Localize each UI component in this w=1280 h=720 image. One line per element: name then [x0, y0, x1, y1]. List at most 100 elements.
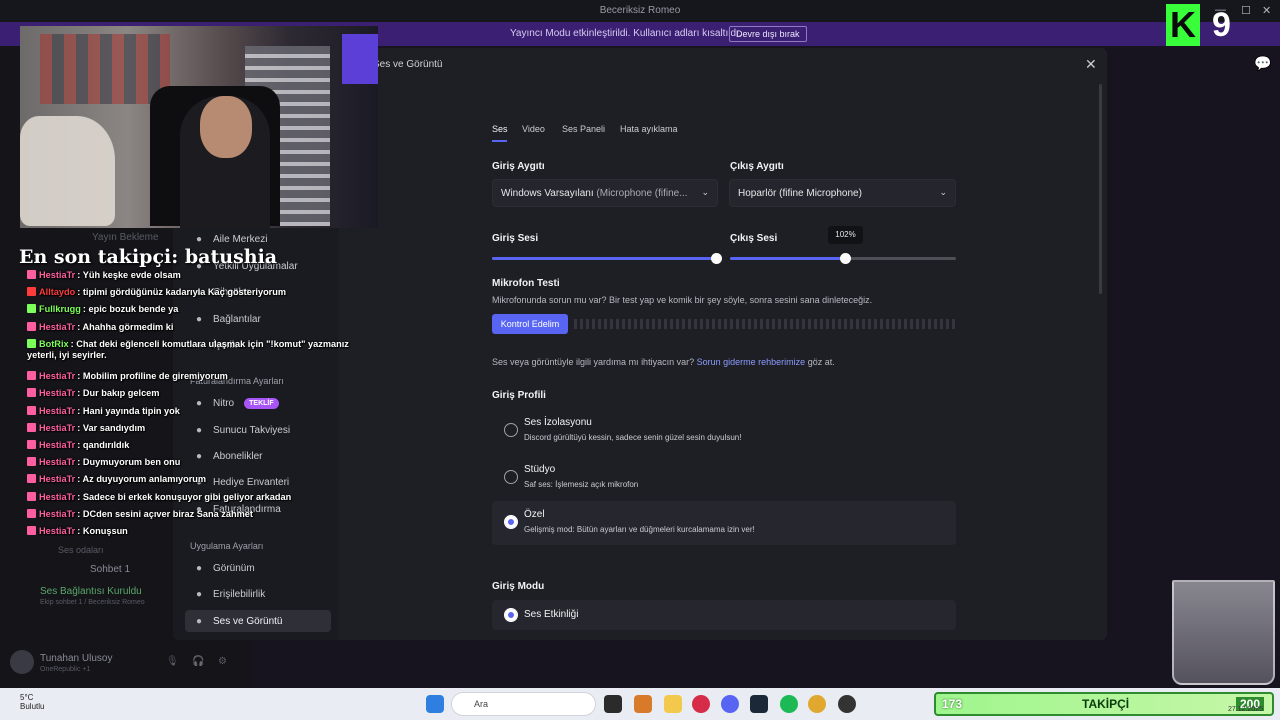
windows-start-icon[interactable] [426, 695, 444, 713]
chat-badge-icon [27, 440, 36, 449]
profile-option-title: Stüdyo [524, 464, 556, 475]
input-mode-voice-activity[interactable]: Ses Etkinliği [492, 600, 956, 630]
discord-icon[interactable] [721, 695, 739, 713]
chat-username: HestiaTr [39, 526, 76, 536]
streamer-mode-message: Yayıncı Modu etkinleştirildi. Kullanıcı … [510, 28, 742, 39]
sidebar-item-hediye-envanteri[interactable]: ● Hediye Envanteri [185, 471, 331, 493]
sidebar-item-nitro[interactable]: ● Nitro TEKLİF [185, 392, 331, 414]
bg-rooms-category: Ses odaları [58, 545, 104, 555]
scrollbar[interactable] [1099, 84, 1102, 294]
steam-icon[interactable] [750, 695, 768, 713]
profile-option-desc: Gelişmiş mod: Bütün ayarları ve düğmeler… [524, 525, 755, 534]
chat-message: Alltaydo: tipimi gördüğünüz kadarıyla Ka… [27, 287, 286, 297]
chat-badge-icon [27, 457, 36, 467]
mic-toggle-icon[interactable]: 🎙 [166, 656, 179, 667]
sidebar-item-abonelikler[interactable]: ● Abonelikler [185, 445, 331, 467]
tab-soundboard[interactable]: Ses Paneli [562, 124, 605, 134]
tab-debug[interactable]: Hata ayıklama [620, 124, 678, 134]
radio-button-selected[interactable] [504, 515, 518, 529]
sidebar-item-g-r-n-m[interactable]: ● Görünüm [185, 557, 331, 579]
output-device-select[interactable]: Hoparlör (fifine Microphone) ⌄ [729, 179, 956, 207]
chat-username: HestiaTr [39, 457, 76, 468]
radio-button[interactable] [504, 423, 518, 437]
output-volume-fill [730, 257, 846, 260]
input-device-select[interactable]: Windows Varsayılanı (Microphone (fifine.… [492, 179, 718, 207]
weather-widget[interactable]: 5°C Bulutlu [20, 693, 44, 711]
file-explorer-icon[interactable] [664, 695, 682, 713]
chat-username: HestiaTr [39, 440, 76, 450]
chat-username: HestiaTr [39, 508, 76, 519]
app-settings-header: Uygulama Ayarları [190, 541, 264, 551]
sidebar-item-label: Nitro [213, 397, 235, 409]
close-window-icon[interactable]: ✕ [1262, 4, 1271, 17]
mic-test-button[interactable]: Kontrol Edelim [492, 314, 568, 334]
tab-video[interactable]: Video [522, 124, 545, 134]
taskbar-search[interactable]: Ara [451, 692, 596, 716]
chat-message: HestiaTr: Duymuyorum ben onu [27, 457, 180, 467]
mic-test-description: Mikrofonunda sorun mu var? Bir test yap … [492, 295, 873, 305]
obs-icon[interactable] [838, 695, 856, 713]
weather-desc: Bulutlu [20, 702, 45, 711]
chat-username: HestiaTr [39, 491, 76, 502]
avatar[interactable] [10, 650, 34, 674]
troubleshooting-link[interactable]: Sorun giderme rehberimize [697, 357, 806, 367]
input-volume-handle[interactable] [710, 253, 722, 264]
chat-badge-icon [27, 405, 36, 415]
input-mode-option: Ses Etkinliği [524, 609, 579, 620]
chat-badge-icon [27, 338, 36, 348]
task-view-icon[interactable] [604, 695, 622, 713]
chat-text: : Az duyuyorum anlamıyorum [77, 474, 207, 485]
profile-option-studio[interactable]: Stüdyo Saf ses: İşlemesiz açık mikrofon [492, 456, 956, 500]
chat-text: : Ahahha görmedim ki [77, 321, 174, 332]
chat-badge-icon [27, 526, 36, 535]
profile-option-desc: Saf ses: İşlemesiz açık mikrofon [524, 480, 639, 489]
chrome-icon[interactable] [808, 695, 826, 713]
nitro-icon: ● [195, 397, 203, 409]
headset-icon[interactable]: 🎧 [192, 656, 204, 667]
input-volume-slider[interactable] [492, 257, 716, 260]
offer-badge: TEKLİF [244, 397, 279, 409]
chat-text: : Yüh keşke evde olsam [77, 270, 181, 280]
radio-button[interactable] [504, 470, 518, 484]
chat-username: HestiaTr [39, 270, 76, 280]
chat-badge-icon [27, 422, 36, 432]
sidebar-item-ses-ve-g-r-nt-[interactable]: ● Ses ve Görüntü [185, 610, 331, 632]
gear-icon[interactable]: ⚙ [218, 656, 227, 667]
profile-option-voice-isolation[interactable]: Ses İzolasyonu Discord gürültüyü kessin,… [492, 409, 956, 453]
close-icon[interactable]: ✕ [1085, 56, 1097, 73]
mic-test-label: Mikrofon Testi [492, 278, 560, 289]
spotify-icon[interactable] [780, 695, 798, 713]
radio-button-selected[interactable] [504, 608, 518, 622]
sidebar-item-ba-lant-lar[interactable]: ● Bağlantılar [185, 308, 331, 330]
clock-date: 27.12.2025 [1228, 706, 1264, 713]
glass-overlay [1172, 580, 1275, 685]
bg-waiting-channel: Yayın Bekleme [92, 232, 159, 243]
bg-voice-channel[interactable]: Sohbet 1 [90, 564, 130, 575]
opera-icon[interactable] [692, 695, 710, 713]
chat-bubble-icon[interactable]: 💬 [1254, 55, 1271, 72]
follower-goal-bar: 173 TAKİPÇİ 200 [934, 692, 1274, 716]
accessibility-icon: ● [195, 588, 203, 600]
chat-message: HestiaTr: Sadece bi erkek konuşuyor gibi… [27, 491, 292, 502]
active-tab-indicator [492, 140, 507, 142]
sidebar-item-eri-ilebilirlik[interactable]: ● Erişilebilirlik [185, 583, 331, 605]
sidebar-item-label: Görünüm [213, 562, 255, 574]
chat-message: HestiaTr: Hani yayında tipin yok [27, 405, 180, 416]
chat-text: : epic bozuk bende ya [82, 304, 179, 315]
help-text-post: göz at. [807, 357, 835, 367]
last-follower-text: En son takipçi: batushia [19, 246, 278, 268]
disable-streamer-mode-button[interactable]: Devre dışı bırak [729, 26, 807, 42]
chat-text: : Sadece bi erkek konuşuyor gibi geliyor… [77, 491, 292, 502]
profile-option-custom[interactable]: Özel Gelişmiş mod: Bütün ayarları ve düğ… [492, 501, 956, 545]
output-volume-label: Çıkış Sesi [730, 233, 778, 244]
widgets-icon[interactable] [634, 695, 652, 713]
follower-goal-label: TAKİPÇİ [1082, 697, 1130, 711]
chat-badge-icon [27, 270, 36, 279]
tab-ses[interactable]: Ses [492, 124, 508, 134]
chat-username: HestiaTr [39, 405, 76, 416]
output-volume-handle[interactable] [839, 253, 851, 264]
input-profile-label: Giriş Profili [492, 390, 546, 401]
sidebar-item-sunucu-takviyesi[interactable]: ● Sunucu Takviyesi [185, 419, 331, 441]
window-title: Beceriksiz Romeo [599, 5, 681, 16]
output-device-value: Hoparlör (fifine Microphone) [738, 188, 862, 199]
